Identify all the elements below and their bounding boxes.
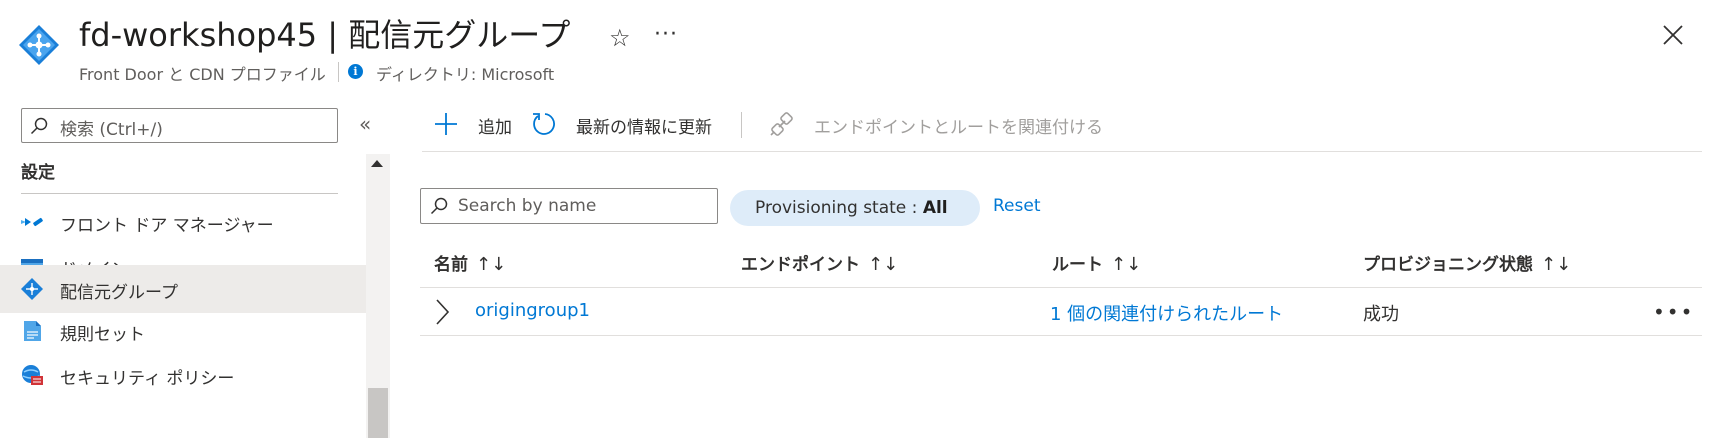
associate-button-label: エンドポイントとルートを関連付ける — [814, 118, 1103, 138]
sidebar-item-rule-set[interactable]: 規則セット — [0, 307, 366, 355]
sort-icon[interactable]: ↑↓ — [868, 254, 898, 275]
resource-type-label: Front Door と CDN プロファイル — [79, 65, 326, 84]
sidebar: 検索 (Ctrl+/) « 設定 フロント ドア マネージャー www ドメイン… — [0, 100, 390, 438]
sidebar-item-label: 規則セット — [60, 325, 145, 345]
sort-icon[interactable]: ↑↓ — [1541, 254, 1571, 275]
sidebar-item-security-policy[interactable]: セキュリティ ポリシー — [0, 351, 366, 399]
filter-value: All — [922, 198, 948, 218]
sidebar-search-input[interactable]: 検索 (Ctrl+/) — [21, 108, 338, 143]
origin-group-icon — [21, 278, 43, 300]
associated-routes-link[interactable]: 1 個の関連付けられたルート — [1050, 300, 1283, 326]
link-icon — [770, 112, 793, 136]
provisioning-state-value: 成功 — [1363, 304, 1399, 325]
command-bar: 追加 最新の情報に更新 エンドポイントとルートを関連付ける — [422, 100, 1702, 152]
provisioning-state-filter[interactable]: Provisioning state : All — [730, 190, 980, 226]
rule-set-icon — [24, 321, 41, 341]
filter-label: Provisioning state : — [755, 198, 923, 218]
plus-icon — [435, 113, 457, 135]
sidebar-item-label: セキュリティ ポリシー — [60, 369, 235, 389]
security-policy-icon — [22, 365, 43, 385]
refresh-button-label: 最新の情報に更新 — [576, 118, 712, 138]
toolbar-separator — [741, 112, 742, 138]
front-door-manager-icon — [21, 217, 43, 227]
table-row[interactable]: origingroup1 1 個の関連付けられたルート 成功 ••• — [420, 288, 1702, 336]
more-options-icon[interactable]: ··· — [654, 22, 678, 47]
sort-icon[interactable]: ↑↓ — [476, 254, 506, 275]
search-by-name-placeholder: Search by name — [458, 196, 597, 216]
search-icon — [30, 117, 48, 135]
sidebar-item-front-door-manager[interactable]: フロント ドア マネージャー — [0, 198, 366, 246]
info-icon: i — [348, 64, 363, 79]
origin-group-name-link[interactable]: origingroup1 — [475, 300, 590, 321]
reset-filters-link[interactable]: Reset — [993, 196, 1041, 216]
favorite-star-icon[interactable]: ☆ — [609, 24, 631, 52]
search-by-name-input[interactable]: Search by name — [420, 188, 718, 224]
sort-icon[interactable]: ↑↓ — [1111, 254, 1141, 275]
chevron-right-icon[interactable] — [434, 298, 450, 326]
page-header: fd-workshop45 | 配信元グループ ☆ ··· Front Door… — [0, 0, 1713, 90]
search-icon — [430, 197, 448, 215]
column-header-provisioning-state[interactable]: プロビジョニング状態 ↑↓ — [1363, 250, 1571, 275]
section-divider — [21, 193, 338, 194]
page-title: fd-workshop45 | 配信元グループ — [79, 16, 571, 54]
row-more-options-icon[interactable]: ••• — [1653, 300, 1694, 324]
sidebar-search-placeholder: 検索 (Ctrl+/) — [60, 120, 163, 140]
table-header: 名前 ↑↓ エンドポイント ↑↓ ルート ↑↓ プロビジョニング状態 ↑↓ — [420, 240, 1702, 288]
column-header-name[interactable]: 名前 ↑↓ — [434, 250, 506, 275]
collapse-sidebar-icon[interactable]: « — [359, 112, 371, 136]
scroll-up-arrow-icon[interactable] — [371, 160, 383, 167]
sidebar-item-label: 配信元グループ — [60, 283, 178, 303]
column-header-route[interactable]: ルート ↑↓ — [1052, 250, 1141, 275]
sidebar-item-origin-group[interactable]: 配信元グループ — [0, 265, 366, 313]
refresh-icon — [533, 113, 555, 135]
front-door-icon — [19, 25, 59, 65]
subtitle-divider — [338, 62, 339, 82]
scrollbar-thumb[interactable] — [368, 388, 388, 438]
add-button-label: 追加 — [478, 118, 512, 138]
sidebar-item-label: フロント ドア マネージャー — [60, 216, 274, 236]
close-icon[interactable] — [1660, 22, 1686, 48]
column-header-endpoint[interactable]: エンドポイント ↑↓ — [741, 250, 898, 275]
sidebar-scrollbar[interactable] — [366, 154, 390, 438]
directory-label: ディレクトリ: Microsoft — [376, 65, 555, 84]
section-title-settings: 設定 — [21, 163, 55, 183]
